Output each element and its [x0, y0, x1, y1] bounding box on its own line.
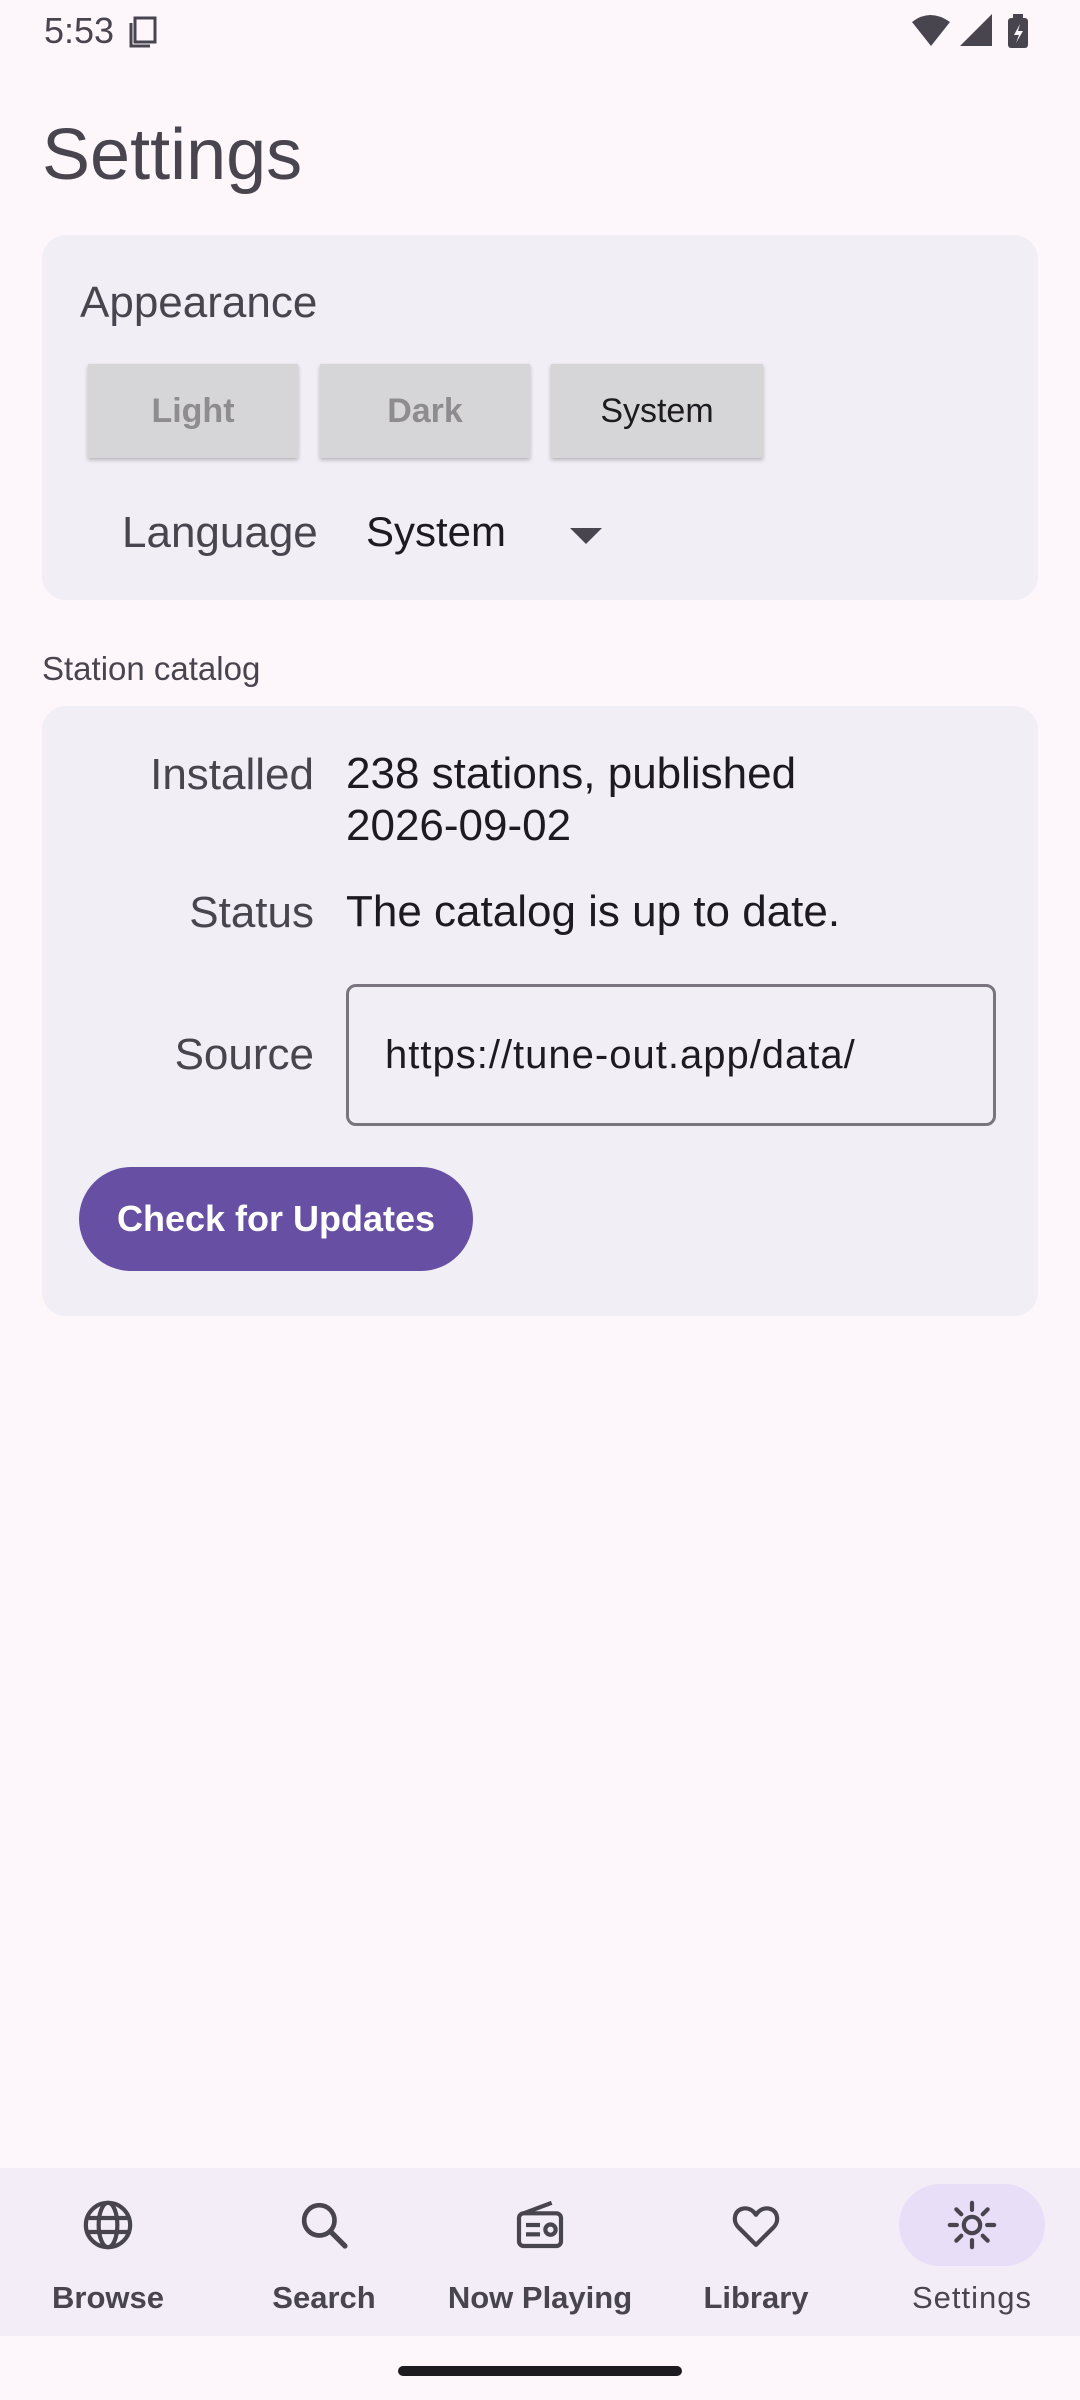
wifi-icon	[912, 15, 950, 46]
search-icon	[301, 2202, 348, 2249]
nav-label-settings: Settings	[911, 2280, 1032, 2315]
home-indicator[interactable]	[398, 2366, 682, 2376]
status-time: 5:53	[44, 10, 115, 51]
installed-label: Installed	[150, 750, 314, 799]
status-icons	[912, 14, 1028, 48]
heart-icon	[732, 2206, 780, 2247]
theme-system-button[interactable]: System	[551, 364, 763, 458]
catalog-heading: Station catalog	[42, 650, 261, 687]
sim-card-icon	[129, 16, 157, 48]
nav-search[interactable]: Search	[216, 2168, 432, 2336]
nav-settings[interactable]: Settings	[864, 2168, 1080, 2336]
source-label: Source	[174, 1030, 314, 1079]
appearance-label: Appearance	[80, 278, 318, 327]
status-value: The catalog is up to date.	[346, 887, 841, 936]
theme-light-button[interactable]: Light	[88, 364, 298, 458]
language-dropdown[interactable]: System	[366, 506, 616, 562]
nav-label-search: Search	[272, 2280, 376, 2315]
source-url-input[interactable]	[346, 984, 996, 1126]
globe-icon	[83, 2200, 133, 2250]
active-indicator	[899, 2184, 1045, 2266]
signal-icon	[960, 14, 992, 46]
gear-icon	[947, 2200, 997, 2250]
language-value: System	[366, 508, 507, 555]
nav-label-library: Library	[703, 2280, 809, 2315]
theme-dark-button[interactable]: Dark	[320, 364, 530, 458]
radio-icon	[516, 2200, 564, 2249]
battery-icon	[1008, 14, 1028, 48]
dropdown-arrow-icon	[570, 528, 602, 544]
language-label: Language	[122, 508, 318, 557]
bottom-navigation: Browse Search Now Playing Library Settin…	[0, 2168, 1080, 2336]
page-title: Settings	[42, 115, 303, 195]
nav-label-browse: Browse	[52, 2280, 164, 2315]
nav-label-now-playing: Now Playing	[447, 2280, 633, 2315]
nav-now-playing[interactable]: Now Playing	[432, 2168, 648, 2336]
check-updates-button[interactable]: Check for Updates	[79, 1167, 473, 1271]
status-label: Status	[189, 888, 314, 937]
nav-library[interactable]: Library	[648, 2168, 864, 2336]
nav-browse[interactable]: Browse	[0, 2168, 216, 2336]
installed-value: 238 stations, published 2026-09-02	[346, 749, 797, 850]
